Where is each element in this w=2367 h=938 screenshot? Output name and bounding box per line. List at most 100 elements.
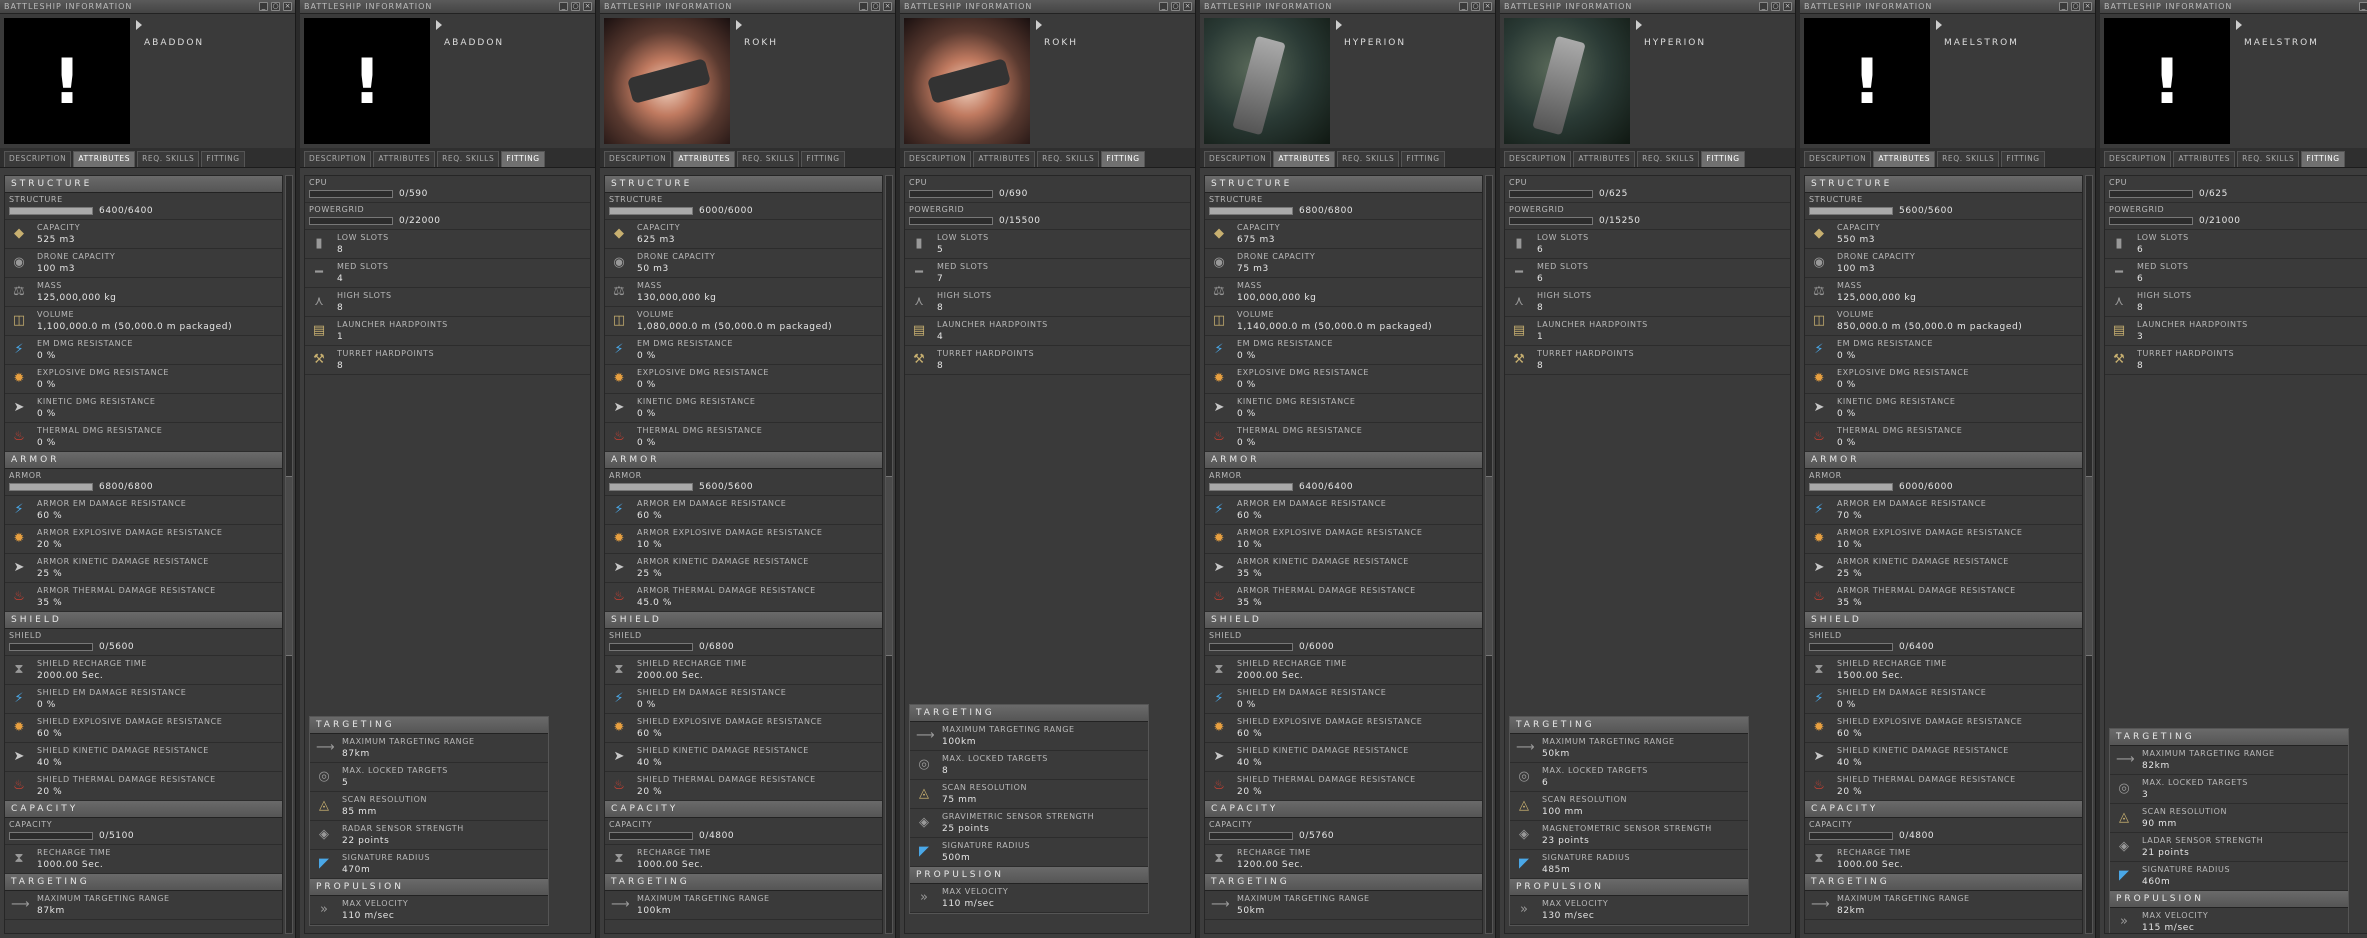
max-locked-targets-row: ◎ MAX. LOCKED TARGETS 8 — [910, 751, 1148, 780]
scrollbar-thumb[interactable] — [1486, 476, 1492, 656]
launcher-hardpoints-row-icon: ▤ — [2112, 323, 2126, 338]
tab-attributes[interactable]: ATTRIBUTES — [1873, 151, 1936, 167]
scrollbar-thumb[interactable] — [2086, 476, 2092, 656]
tab-fitting[interactable]: FITTING — [201, 151, 245, 167]
tab-req-skills[interactable]: REQ. SKILLS — [1937, 151, 2000, 167]
tab-req-skills[interactable]: REQ. SKILLS — [137, 151, 200, 167]
tab-fitting[interactable]: FITTING — [501, 151, 545, 167]
tab-description[interactable]: DESCRIPTION — [304, 151, 372, 167]
armor-em-row-label: ARMOR EM DAMAGE RESISTANCE — [1237, 499, 1387, 508]
tab-attributes[interactable]: ATTRIBUTES — [1573, 151, 1636, 167]
tab-req-skills[interactable]: REQ. SKILLS — [1337, 151, 1400, 167]
window-titlebar[interactable]: BATTLESHIP INFORMATION_○× — [600, 0, 895, 14]
minimize-icon[interactable]: _ — [259, 2, 268, 11]
minimize-icon[interactable]: _ — [559, 2, 568, 11]
shield-explosive-row-value: 60 % — [1237, 729, 1263, 739]
expand-arrow-icon[interactable] — [1936, 20, 1942, 30]
close-icon[interactable]: × — [283, 2, 292, 11]
expand-arrow-icon[interactable] — [1636, 20, 1642, 30]
pin-icon[interactable]: ○ — [271, 2, 280, 11]
sensor-strength-row-value: 22 points — [342, 836, 390, 846]
window-titlebar[interactable]: BATTLESHIP INFORMATION_○× — [2100, 0, 2367, 14]
expand-arrow-icon[interactable] — [436, 20, 442, 30]
tab-description[interactable]: DESCRIPTION — [4, 151, 72, 167]
tab-description[interactable]: DESCRIPTION — [2104, 151, 2172, 167]
mass-row-label: MASS — [1837, 281, 1862, 290]
tab-fitting[interactable]: FITTING — [2001, 151, 2045, 167]
close-icon[interactable]: × — [583, 2, 592, 11]
tab-req-skills[interactable]: REQ. SKILLS — [737, 151, 800, 167]
tab-req-skills[interactable]: REQ. SKILLS — [1037, 151, 1100, 167]
pin-icon[interactable]: ○ — [571, 2, 580, 11]
tab-req-skills[interactable]: REQ. SKILLS — [1637, 151, 1700, 167]
minimize-icon[interactable]: _ — [1159, 2, 1168, 11]
minimize-icon[interactable]: _ — [2359, 2, 2367, 11]
minimize-icon[interactable]: _ — [1459, 2, 1468, 11]
tab-attributes[interactable]: ATTRIBUTES — [2173, 151, 2236, 167]
tab-fitting[interactable]: FITTING — [1101, 151, 1145, 167]
scrollbar-thumb[interactable] — [286, 476, 292, 656]
close-icon[interactable]: × — [883, 2, 892, 11]
pin-icon[interactable]: ○ — [2071, 2, 2080, 11]
tab-attributes[interactable]: ATTRIBUTES — [973, 151, 1036, 167]
pin-icon[interactable]: ○ — [1471, 2, 1480, 11]
window-titlebar[interactable]: BATTLESHIP INFORMATION_○× — [1500, 0, 1795, 14]
expand-arrow-icon[interactable] — [1336, 20, 1342, 30]
close-icon[interactable]: × — [2083, 2, 2092, 11]
tab-attributes[interactable]: ATTRIBUTES — [673, 151, 736, 167]
attributes-panel: STRUCTURE STRUCTURE 6000/6000 ◆ CAPACITY 625 … — [604, 175, 883, 934]
tab-description[interactable]: DESCRIPTION — [1504, 151, 1572, 167]
tab-fitting[interactable]: FITTING — [801, 151, 845, 167]
shield-explosive-row-value: 60 % — [37, 729, 63, 739]
tab-req-skills[interactable]: REQ. SKILLS — [437, 151, 500, 167]
tab-req-skills[interactable]: REQ. SKILLS — [2237, 151, 2300, 167]
powergrid-row: POWERGRID 0/22000 — [305, 203, 590, 230]
tab-description[interactable]: DESCRIPTION — [1804, 151, 1872, 167]
targeting-box: TARGETING ⟶ MAXIMUM TARGETING RANGE 50km ◎ MA… — [1509, 716, 1749, 926]
explosive-resistance-row: ✹ EXPLOSIVE DMG RESISTANCE 0 % — [1205, 365, 1482, 394]
tab-bar: DESCRIPTION ATTRIBUTES REQ. SKILLS FITTING — [1200, 148, 1495, 168]
low-slots-row-label: LOW SLOTS — [337, 233, 389, 242]
tab-attributes[interactable]: ATTRIBUTES — [373, 151, 436, 167]
pin-icon[interactable]: ○ — [1171, 2, 1180, 11]
minimize-icon[interactable]: _ — [859, 2, 868, 11]
targeting-range-row-value: 100km — [637, 906, 672, 916]
scrollbar[interactable] — [285, 175, 293, 934]
scrollbar[interactable] — [885, 175, 893, 934]
pin-icon[interactable]: ○ — [1771, 2, 1780, 11]
minimize-icon[interactable]: _ — [2059, 2, 2068, 11]
expand-arrow-icon[interactable] — [736, 20, 742, 30]
mass-row-icon: ⚖ — [613, 284, 625, 299]
close-icon[interactable]: × — [1183, 2, 1192, 11]
tab-description[interactable]: DESCRIPTION — [1204, 151, 1272, 167]
window-titlebar[interactable]: BATTLESHIP INFORMATION_○× — [1800, 0, 2095, 14]
section-shield: SHIELD — [605, 612, 882, 629]
close-icon[interactable]: × — [1783, 2, 1792, 11]
shield-em-row-label: SHIELD EM DAMAGE RESISTANCE — [1237, 688, 1387, 697]
explosive-resistance-row-icon: ✹ — [1813, 371, 1825, 386]
section-targeting: TARGETING — [5, 874, 282, 891]
tab-fitting[interactable]: FITTING — [1401, 151, 1445, 167]
ship-thumbnail — [604, 18, 730, 144]
window-titlebar[interactable]: BATTLESHIP INFORMATION_○× — [1200, 0, 1495, 14]
tab-fitting[interactable]: FITTING — [2301, 151, 2345, 167]
window-titlebar[interactable]: BATTLESHIP INFORMATION_○× — [900, 0, 1195, 14]
tab-fitting[interactable]: FITTING — [1701, 151, 1745, 167]
pin-icon[interactable]: ○ — [871, 2, 880, 11]
minimize-icon[interactable]: _ — [1759, 2, 1768, 11]
expand-arrow-icon[interactable] — [136, 20, 142, 30]
powergrid-row-label: POWERGRID — [1509, 205, 1565, 214]
expand-arrow-icon[interactable] — [1036, 20, 1042, 30]
tab-attributes[interactable]: ATTRIBUTES — [73, 151, 136, 167]
window-titlebar[interactable]: BATTLESHIP INFORMATION_○× — [0, 0, 295, 14]
scrollbar[interactable] — [2085, 175, 2093, 934]
capacitor-row: CAPACITY 0/5760 — [1205, 818, 1482, 845]
tab-attributes[interactable]: ATTRIBUTES — [1273, 151, 1336, 167]
scrollbar[interactable] — [1485, 175, 1493, 934]
tab-description[interactable]: DESCRIPTION — [604, 151, 672, 167]
close-icon[interactable]: × — [1483, 2, 1492, 11]
tab-description[interactable]: DESCRIPTION — [904, 151, 972, 167]
scrollbar-thumb[interactable] — [886, 476, 892, 656]
window-titlebar[interactable]: BATTLESHIP INFORMATION_○× — [300, 0, 595, 14]
expand-arrow-icon[interactable] — [2236, 20, 2242, 30]
